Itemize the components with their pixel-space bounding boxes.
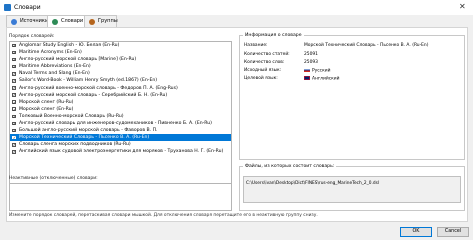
info-name-label: Название: — [244, 43, 268, 48]
dictionary-list-item[interactable]: Морской Технический Словарь - Пьсенко В.… — [10, 134, 231, 142]
info-source-lang-label: Исходный язык: — [244, 68, 282, 73]
groups-icon — [89, 19, 95, 25]
dictionary-checkbox[interactable] — [12, 148, 16, 155]
dictionary-checkbox[interactable] — [12, 120, 16, 126]
dictionary-list-item[interactable]: Англо-русский морской словарь [Marine] (… — [10, 56, 231, 63]
dictionary-list-item[interactable]: Sailor's Word-Book - William Henry Smyth… — [10, 77, 231, 84]
app-icon — [4, 4, 11, 11]
files-list[interactable]: C:\Users\ivan\Desktop\Dict\FINES\rus-eng… — [243, 176, 461, 203]
info-words-value: 25093 — [304, 60, 318, 65]
dictionary-checkbox[interactable] — [12, 92, 16, 98]
info-target-lang: Английский — [304, 76, 339, 82]
dictionary-name: Anglomar Study English - Ю. Белая (En-Ru… — [19, 43, 120, 48]
dictionary-icon — [52, 19, 58, 25]
dictionary-name: Англо-русский морской словарь - Серебрий… — [19, 92, 168, 98]
dictionary-checkbox[interactable] — [12, 70, 16, 77]
dictionary-list-item[interactable]: Англо-русский военно-морской словарь - Ф… — [10, 85, 231, 92]
info-name-value: Морской Технический Словарь - Пьсенко В.… — [304, 43, 429, 48]
file-path[interactable]: C:\Users\ivan\Desktop\Dict\FINES\rus-eng… — [246, 181, 379, 186]
dictionary-list-item[interactable]: Naval Terms and Slang (En-En) — [10, 70, 231, 77]
dictionary-name: Sailor's Word-Book - William Henry Smyth… — [19, 78, 158, 84]
dictionary-checkbox[interactable] — [12, 63, 16, 70]
dictionary-checkbox[interactable] — [12, 49, 16, 55]
dictionary-list-item[interactable]: Большой англо-русский морской словарь - … — [10, 127, 231, 134]
dictionary-checkbox[interactable] — [12, 42, 16, 48]
dictionary-checkbox[interactable] — [12, 141, 16, 148]
dictionary-list-item[interactable]: Maritime Acronyms (En-En) — [10, 49, 231, 56]
dictionary-checkbox[interactable] — [12, 127, 16, 133]
files-group-title: Файлы, из которых состоит словарь: — [243, 164, 337, 169]
dictionary-checkbox[interactable] — [12, 113, 16, 119]
drag-hint: Измените порядок словарей, перетаскивая … — [9, 213, 318, 218]
tab-label: Источники — [20, 18, 49, 24]
window-title: Словари — [14, 4, 41, 11]
dictionary-list-item[interactable]: Словарь сленга морских подводников (Ru-R… — [10, 141, 231, 148]
dictionary-name: Словарь сленга морских подводников (Ru-R… — [19, 142, 131, 148]
inactive-label: Неактивные (отключенные) словари: — [9, 176, 98, 181]
dictionary-info-group: Информация о словаре Название: Морской Т… — [239, 33, 465, 160]
ok-button[interactable]: OK — [400, 227, 432, 237]
dictionary-list-item[interactable]: Англо-русский морской словарь - Серебрий… — [10, 92, 231, 99]
dictionary-list-item[interactable]: Английский язык судовой электроэнергетик… — [10, 148, 231, 155]
tab-groups[interactable]: Группы — [84, 15, 118, 27]
title-bar: Словари ✕ — [0, 0, 473, 15]
dictionary-list-item[interactable]: Англо-русский словарь для инженеров-судо… — [10, 120, 231, 127]
dictionary-list-item[interactable]: Maritime Abbreviations (En-En) — [10, 63, 231, 70]
cancel-button[interactable]: Cancel — [437, 227, 469, 237]
info-source-lang: Русский — [304, 68, 330, 74]
dictionary-name: Maritime Abbreviations (En-En) — [19, 64, 91, 70]
dictionary-checkbox[interactable] — [12, 56, 16, 63]
dictionary-name: Англо-русский словарь для инженеров-судо… — [19, 121, 212, 127]
dictionary-name: Большой англо-русский морской словарь - … — [19, 128, 158, 134]
dictionary-checkbox[interactable] — [12, 134, 16, 141]
dictionary-name: Англо-русский военно-морской словарь - Ф… — [19, 85, 178, 91]
dictionary-name: Морской сленг (En-Ru) — [19, 106, 74, 112]
order-label: Порядок словарей: — [9, 34, 55, 39]
tab-label: Словари — [61, 18, 84, 24]
dictionary-checkbox[interactable] — [12, 77, 16, 84]
dictionary-name: Naval Terms and Slang (En-En) — [19, 71, 90, 77]
dictionary-checkbox[interactable] — [12, 85, 16, 91]
dictionary-name: Морской сленг (Ru-Ru) — [19, 99, 74, 105]
dictionary-name: Морской Технический Словарь - Пьсенко В.… — [19, 135, 150, 141]
sources-icon — [11, 19, 17, 25]
dictionary-list-item[interactable]: Морской сленг (Ru-Ru) — [10, 99, 231, 106]
info-articles-value: 25091 — [304, 52, 318, 57]
uk-flag-icon — [304, 76, 310, 80]
dictionary-checkbox[interactable] — [12, 106, 16, 112]
dictionary-name: Английский язык судовой электроэнергетик… — [19, 149, 224, 155]
dictionary-list-item[interactable]: Anglomar Study English - Ю. Белая (En-Ru… — [10, 42, 231, 49]
dictionary-name: Толковый Военно-морской Словарь (Ru-Ru) — [19, 113, 124, 119]
russian-flag-icon — [304, 68, 310, 72]
dictionary-list-item[interactable]: Морской сленг (En-Ru) — [10, 106, 231, 113]
dictionary-checkbox[interactable] — [12, 99, 16, 105]
info-target-lang-value: Английский — [312, 76, 340, 82]
dictionary-list[interactable]: Anglomar Study English - Ю. Белая (En-Ru… — [9, 41, 232, 191]
info-source-lang-value: Русский — [312, 68, 331, 74]
info-articles-label: Количество статей: — [244, 52, 290, 57]
close-icon[interactable]: ✕ — [459, 3, 466, 11]
info-group-title: Информация о словаре — [243, 33, 304, 38]
tab-label: Группы — [98, 18, 118, 24]
info-words-label: Количество слов: — [244, 60, 285, 65]
dictionary-name: Maritime Acronyms (En-En) — [19, 50, 82, 56]
inactive-dictionary-list[interactable] — [9, 183, 232, 211]
dictionary-list-item[interactable]: Толковый Военно-морской Словарь (Ru-Ru) — [10, 113, 231, 120]
tab-sources[interactable]: Источники — [6, 15, 48, 27]
dictionary-name: Англо-русский морской словарь [Marine] (… — [19, 57, 137, 63]
info-target-lang-label: Целевой язык: — [244, 76, 278, 81]
